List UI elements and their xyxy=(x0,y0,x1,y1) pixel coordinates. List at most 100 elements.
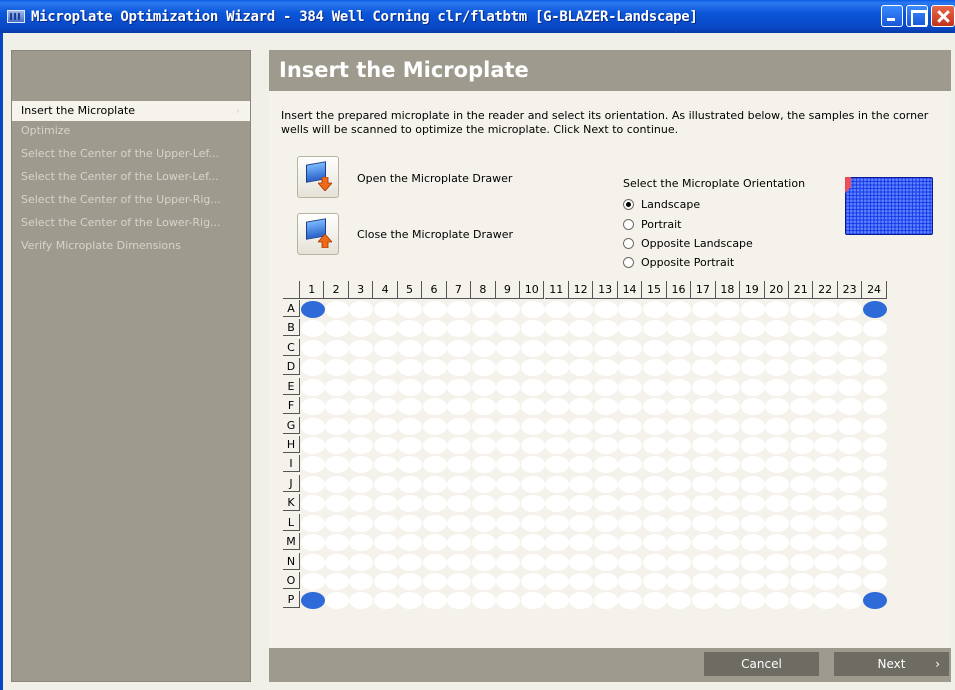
column-header[interactable]: 24 xyxy=(862,281,887,299)
well xyxy=(716,339,741,357)
well xyxy=(300,320,325,338)
column-header[interactable]: 10 xyxy=(520,281,545,299)
well xyxy=(471,339,496,357)
well xyxy=(716,573,741,591)
well xyxy=(593,456,618,474)
well xyxy=(422,359,447,377)
row-header[interactable]: F xyxy=(283,397,300,415)
column-header[interactable]: 6 xyxy=(422,281,447,299)
close-button[interactable] xyxy=(931,5,955,27)
column-header[interactable]: 9 xyxy=(495,281,521,299)
well xyxy=(765,514,790,532)
well xyxy=(642,534,667,552)
row-header[interactable]: E xyxy=(283,377,300,395)
well xyxy=(691,417,716,435)
well xyxy=(349,514,374,532)
row-header[interactable]: D xyxy=(283,358,300,376)
row-header[interactable]: K xyxy=(283,494,300,512)
column-header[interactable]: 15 xyxy=(642,281,667,299)
row-header[interactable]: M xyxy=(283,533,300,551)
maximize-button[interactable] xyxy=(906,5,928,27)
row-header[interactable]: B xyxy=(283,319,300,337)
well xyxy=(838,320,863,338)
radio-landscape[interactable] xyxy=(623,199,634,210)
well xyxy=(520,592,545,610)
row-header[interactable]: J xyxy=(283,474,300,492)
orientation-opposite-landscape-option[interactable]: Opposite Landscape xyxy=(623,236,753,251)
well xyxy=(593,514,618,532)
next-button[interactable]: Next › xyxy=(834,652,949,676)
well xyxy=(398,320,423,338)
column-header[interactable]: 20 xyxy=(764,281,789,299)
well xyxy=(520,514,545,532)
column-header[interactable]: 1 xyxy=(300,281,325,299)
well xyxy=(569,339,594,357)
column-header[interactable]: 5 xyxy=(397,281,423,299)
well xyxy=(422,495,447,513)
nav-step-optimize[interactable]: Optimize xyxy=(12,121,250,141)
radio-opposite-portrait[interactable] xyxy=(623,257,634,268)
well xyxy=(324,495,349,513)
column-header[interactable]: 11 xyxy=(544,281,569,299)
column-header[interactable]: 19 xyxy=(740,281,765,299)
well xyxy=(862,573,887,591)
column-header[interactable]: 21 xyxy=(789,281,814,299)
nav-step-upper-right[interactable]: Select the Center of the Upper-Rig... xyxy=(12,190,250,210)
column-header[interactable]: 4 xyxy=(373,281,398,299)
well xyxy=(813,301,838,318)
orientation-portrait-option[interactable]: Portrait xyxy=(623,217,681,232)
row-header[interactable]: I xyxy=(283,455,300,473)
radio-portrait[interactable] xyxy=(623,219,634,230)
column-header[interactable]: 22 xyxy=(813,281,838,299)
cancel-button[interactable]: Cancel xyxy=(704,652,819,676)
column-header[interactable]: 12 xyxy=(568,281,594,299)
row-header[interactable]: L xyxy=(283,513,300,531)
well xyxy=(716,475,741,493)
row-header[interactable]: N xyxy=(283,552,300,570)
nav-step-insert-microplate[interactable]: Insert the Microplate xyxy=(12,101,250,121)
well xyxy=(862,417,887,435)
column-header[interactable]: 23 xyxy=(837,281,863,299)
orientation-landscape-option[interactable]: Landscape xyxy=(623,197,700,212)
open-drawer-button[interactable] xyxy=(297,156,339,198)
well xyxy=(838,437,863,454)
orientation-opposite-portrait-option[interactable]: Opposite Portrait xyxy=(623,255,734,270)
column-header[interactable]: 18 xyxy=(715,281,741,299)
minimize-button[interactable] xyxy=(881,5,903,27)
column-header[interactable]: 2 xyxy=(324,281,349,299)
well xyxy=(398,456,423,474)
row-header[interactable]: P xyxy=(283,591,300,609)
well xyxy=(593,320,618,338)
column-header[interactable]: 17 xyxy=(691,281,716,299)
close-drawer-label: Close the Microplate Drawer xyxy=(357,228,513,241)
well xyxy=(373,378,398,396)
well xyxy=(593,359,618,377)
nav-step-upper-left[interactable]: Select the Center of the Upper-Lef... xyxy=(12,144,250,164)
well xyxy=(496,301,521,318)
nav-step-lower-right[interactable]: Select the Center of the Lower-Rig... xyxy=(12,213,250,233)
column-header[interactable]: 14 xyxy=(617,281,643,299)
well xyxy=(300,378,325,396)
nav-step-verify-dimensions[interactable]: Verify Microplate Dimensions xyxy=(12,236,250,256)
column-header[interactable]: 7 xyxy=(446,281,472,299)
row-header[interactable]: G xyxy=(283,416,300,434)
next-button-label: Next xyxy=(877,657,906,671)
column-header[interactable]: 8 xyxy=(471,281,496,299)
column-header[interactable]: 16 xyxy=(666,281,692,299)
well xyxy=(545,378,569,396)
column-header[interactable]: 13 xyxy=(593,281,618,299)
row-header[interactable]: A xyxy=(283,300,300,317)
column-header[interactable]: 3 xyxy=(348,281,374,299)
nav-step-lower-left[interactable]: Select the Center of the Lower-Lef... xyxy=(12,167,250,187)
well xyxy=(545,592,569,610)
row-header[interactable]: H xyxy=(283,436,300,453)
row-header[interactable]: C xyxy=(283,338,300,356)
well xyxy=(569,553,594,571)
close-drawer-button[interactable] xyxy=(297,213,339,255)
row-header[interactable]: O xyxy=(283,572,300,590)
instructions-text: Insert the prepared microplate in the re… xyxy=(281,109,929,136)
radio-opposite-landscape[interactable] xyxy=(623,238,634,249)
well xyxy=(545,475,569,493)
well xyxy=(471,514,496,532)
well xyxy=(862,553,887,571)
